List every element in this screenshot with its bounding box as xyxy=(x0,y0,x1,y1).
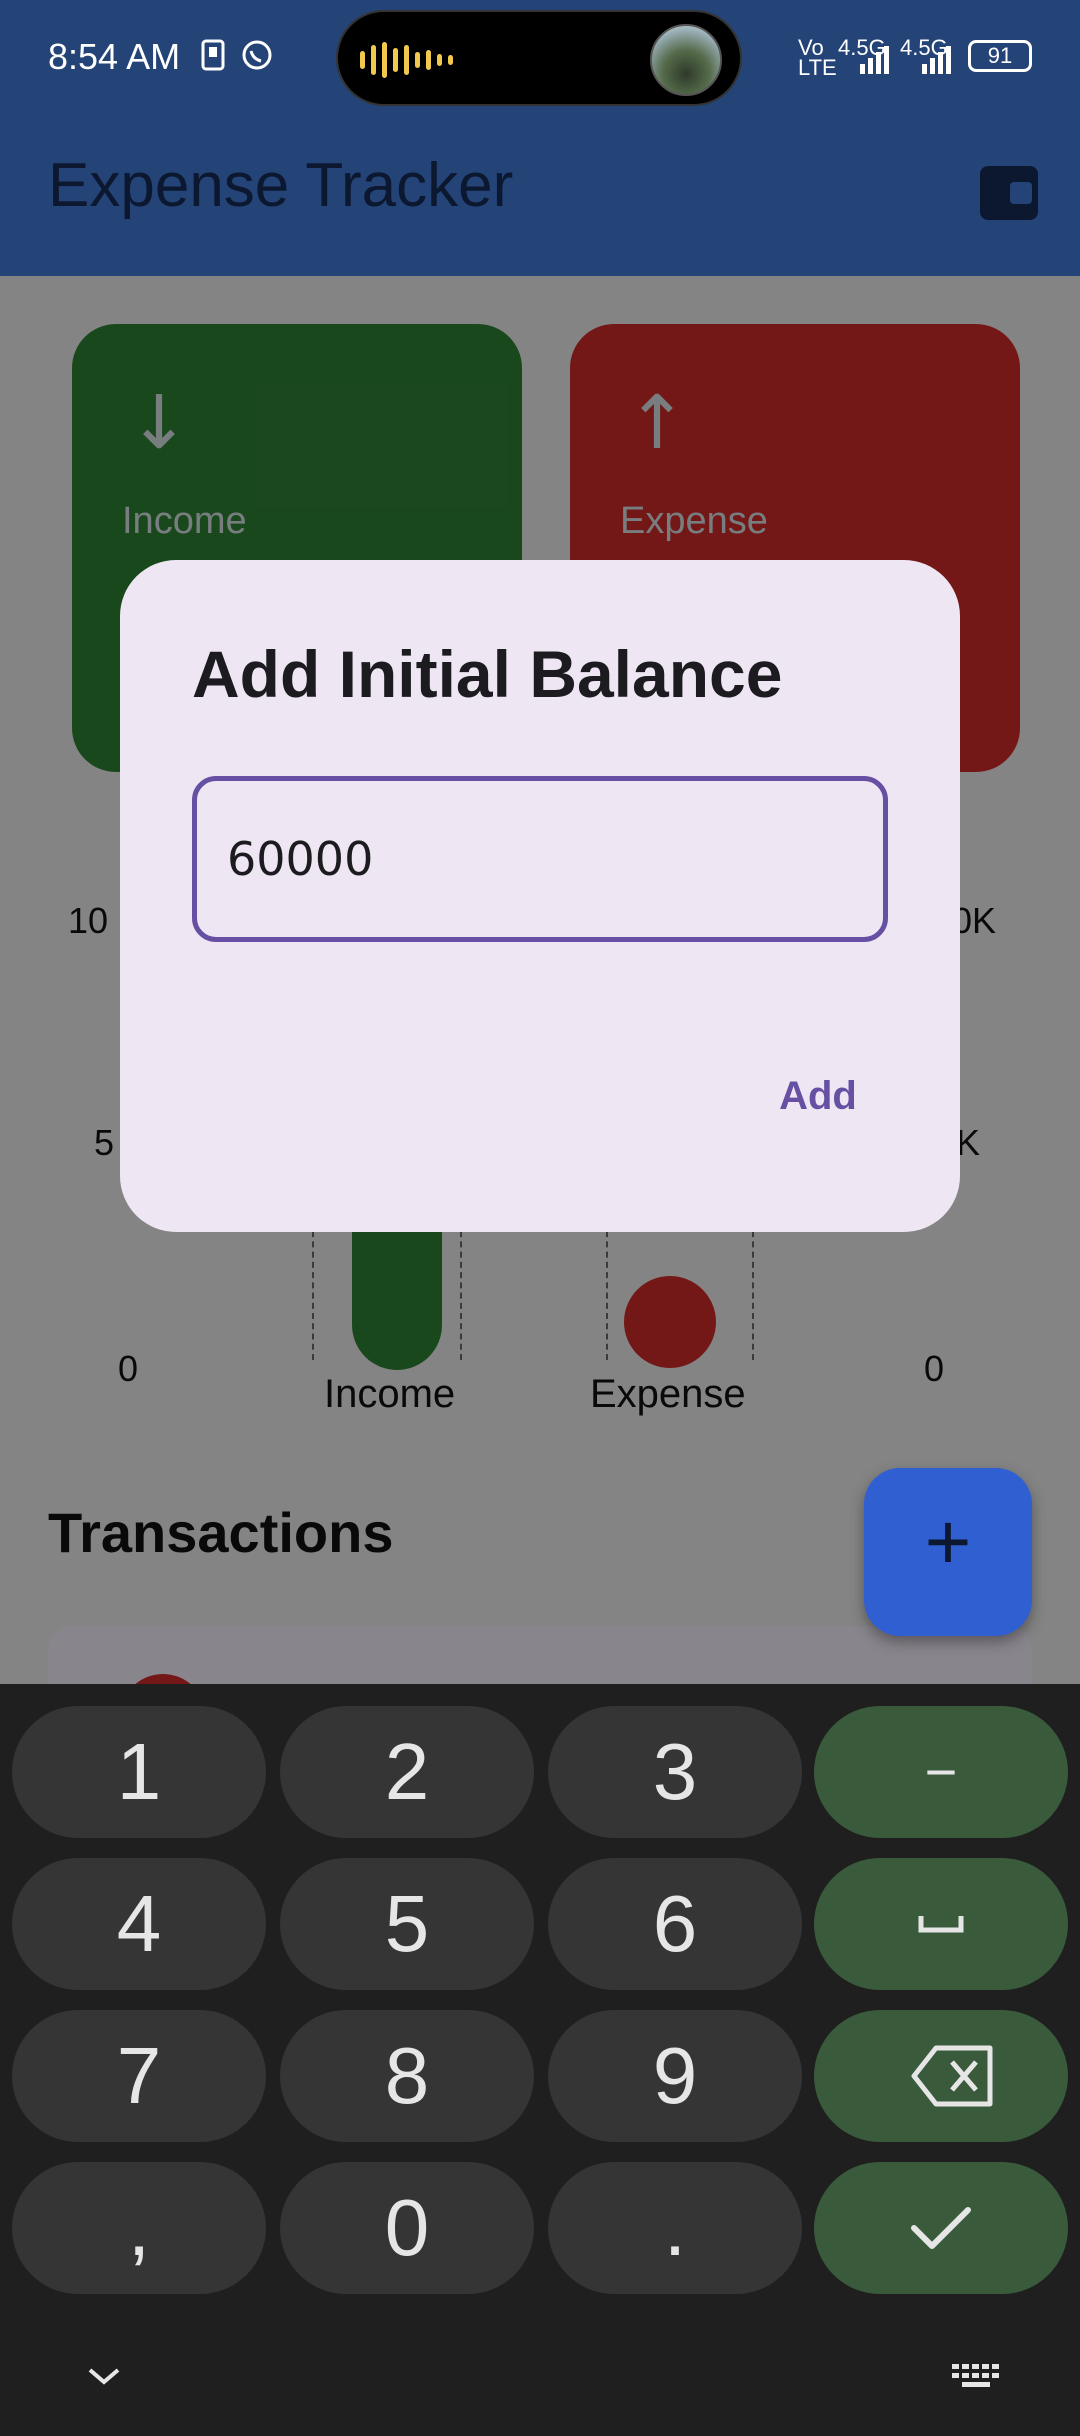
status-time: 8:54 AM xyxy=(48,36,181,77)
key-7[interactable]: 7 xyxy=(12,2010,266,2142)
key-minus[interactable]: − xyxy=(814,1706,1068,1838)
signal-icon xyxy=(860,46,889,74)
backspace-icon xyxy=(911,2045,993,2107)
check-icon xyxy=(911,2207,971,2249)
dynamic-island[interactable] xyxy=(336,10,742,106)
key-2[interactable]: 2 xyxy=(280,1706,534,1838)
balance-field[interactable] xyxy=(192,776,888,942)
status-bar: 8:54 AM Vo LTE 4.5G 4.5G 91 xyxy=(0,0,1080,120)
volte-label: Vo LTE xyxy=(798,35,837,80)
sim-icon xyxy=(201,39,225,71)
signal-icon-2 xyxy=(922,46,951,74)
add-balance-dialog: Add Initial Balance Add xyxy=(120,560,960,1232)
add-button[interactable]: Add xyxy=(728,1046,908,1146)
dialog-title: Add Initial Balance xyxy=(192,637,783,711)
key-9[interactable]: 9 xyxy=(548,2010,802,2142)
key-5[interactable]: 5 xyxy=(280,1858,534,1990)
battery-icon: 91 xyxy=(968,40,1032,72)
wallet-icon[interactable] xyxy=(980,166,1038,220)
key-done[interactable] xyxy=(814,2162,1068,2294)
key-0[interactable]: 0 xyxy=(280,2162,534,2294)
key-3[interactable]: 3 xyxy=(548,1706,802,1838)
app-bar: Expense Tracker xyxy=(0,120,1080,276)
key-6[interactable]: 6 xyxy=(548,1858,802,1990)
key-comma[interactable]: , xyxy=(12,2162,266,2294)
key-4[interactable]: 4 xyxy=(12,1858,266,1990)
balance-input[interactable] xyxy=(227,781,847,937)
app-title: Expense Tracker xyxy=(48,151,514,220)
whatsapp-icon xyxy=(242,40,272,70)
add-transaction-button[interactable]: + xyxy=(864,1468,1032,1636)
key-1[interactable]: 1 xyxy=(12,1706,266,1838)
keyboard-icon[interactable] xyxy=(950,2362,1002,2392)
chevron-down-icon[interactable] xyxy=(86,2364,122,2388)
media-thumbnail xyxy=(650,24,722,96)
key-backspace[interactable] xyxy=(814,2010,1068,2142)
key-8[interactable]: 8 xyxy=(280,2010,534,2142)
audio-wave-icon xyxy=(360,42,453,78)
key-period[interactable]: . xyxy=(548,2162,802,2294)
plus-icon: + xyxy=(924,1497,972,1586)
space-icon xyxy=(918,1916,964,1933)
numeric-keyboard: 1 2 3 − 4 5 6 7 8 9 , 0 . xyxy=(0,1684,1080,2436)
key-space[interactable] xyxy=(814,1858,1068,1990)
